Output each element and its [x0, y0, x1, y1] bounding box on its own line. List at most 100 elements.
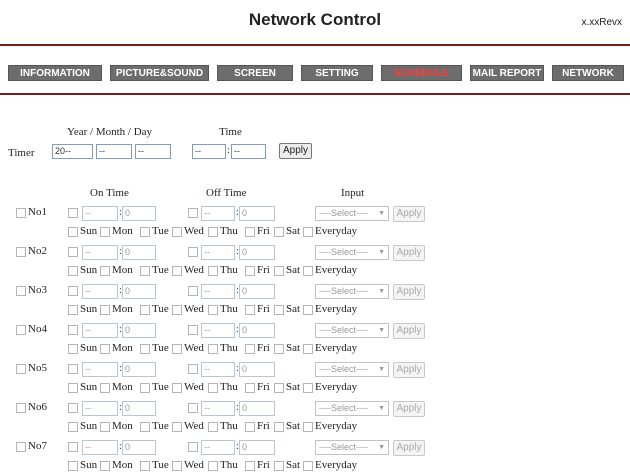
day-checkbox[interactable] — [303, 461, 313, 471]
row-enable-checkbox[interactable] — [16, 247, 26, 257]
off-time-checkbox[interactable] — [188, 325, 198, 335]
day-checkbox[interactable] — [245, 461, 255, 471]
off-hour-input[interactable]: -- — [201, 401, 235, 416]
day-checkbox[interactable] — [172, 344, 182, 354]
day-checkbox[interactable] — [140, 227, 150, 237]
off-minute-input[interactable]: 0 — [239, 323, 275, 338]
input-select[interactable]: ----Select---- ▼ — [315, 245, 389, 260]
day-checkbox[interactable] — [68, 344, 78, 354]
day-checkbox[interactable] — [68, 227, 78, 237]
day-checkbox[interactable] — [274, 344, 284, 354]
off-hour-input[interactable]: -- — [201, 206, 235, 221]
hour-input[interactable]: -- — [192, 144, 226, 159]
input-select[interactable]: ----Select---- ▼ — [315, 401, 389, 416]
day-checkbox[interactable] — [68, 461, 78, 471]
row-apply-button[interactable]: Apply — [393, 284, 425, 300]
on-hour-input[interactable]: -- — [82, 362, 118, 377]
tab-network[interactable]: NETWORK — [552, 65, 624, 81]
on-minute-input[interactable]: 0 — [122, 323, 156, 338]
off-time-checkbox[interactable] — [188, 364, 198, 374]
row-enable-checkbox[interactable] — [16, 286, 26, 296]
day-checkbox[interactable] — [172, 305, 182, 315]
month-input[interactable]: -- — [96, 144, 132, 159]
day-checkbox[interactable] — [303, 422, 313, 432]
off-minute-input[interactable]: 0 — [239, 206, 275, 221]
day-checkbox[interactable] — [172, 383, 182, 393]
off-minute-input[interactable]: 0 — [239, 440, 275, 455]
day-checkbox[interactable] — [245, 383, 255, 393]
day-checkbox[interactable] — [208, 227, 218, 237]
day-checkbox[interactable] — [100, 266, 110, 276]
tab-mail-report[interactable]: MAIL REPORT — [470, 65, 544, 81]
day-checkbox[interactable] — [172, 422, 182, 432]
input-select[interactable]: ----Select---- ▼ — [315, 323, 389, 338]
day-checkbox[interactable] — [140, 305, 150, 315]
row-enable-checkbox[interactable] — [16, 364, 26, 374]
input-select[interactable]: ----Select---- ▼ — [315, 362, 389, 377]
day-checkbox[interactable] — [245, 266, 255, 276]
day-checkbox[interactable] — [245, 422, 255, 432]
day-checkbox[interactable] — [208, 461, 218, 471]
day-checkbox[interactable] — [100, 305, 110, 315]
on-hour-input[interactable]: -- — [82, 245, 118, 260]
day-checkbox[interactable] — [100, 344, 110, 354]
day-checkbox[interactable] — [172, 266, 182, 276]
day-checkbox[interactable] — [172, 461, 182, 471]
day-checkbox[interactable] — [245, 344, 255, 354]
day-checkbox[interactable] — [100, 227, 110, 237]
input-select[interactable]: ----Select---- ▼ — [315, 284, 389, 299]
day-checkbox[interactable] — [140, 344, 150, 354]
day-checkbox[interactable] — [274, 266, 284, 276]
day-checkbox[interactable] — [208, 305, 218, 315]
year-input[interactable]: 20-- — [52, 144, 93, 159]
on-minute-input[interactable]: 0 — [122, 440, 156, 455]
day-checkbox[interactable] — [303, 227, 313, 237]
on-time-checkbox[interactable] — [68, 247, 78, 257]
tab-picture-sound[interactable]: PICTURE&SOUND — [110, 65, 209, 81]
day-checkbox[interactable] — [100, 461, 110, 471]
row-enable-checkbox[interactable] — [16, 442, 26, 452]
day-checkbox[interactable] — [208, 266, 218, 276]
day-checkbox[interactable] — [68, 305, 78, 315]
row-enable-checkbox[interactable] — [16, 403, 26, 413]
day-checkbox[interactable] — [274, 305, 284, 315]
on-time-checkbox[interactable] — [68, 286, 78, 296]
off-minute-input[interactable]: 0 — [239, 245, 275, 260]
on-hour-input[interactable]: -- — [82, 284, 118, 299]
day-checkbox[interactable] — [100, 383, 110, 393]
on-minute-input[interactable]: 0 — [122, 206, 156, 221]
off-hour-input[interactable]: -- — [201, 362, 235, 377]
tab-schedule[interactable]: SCHEDULE — [381, 65, 462, 81]
day-checkbox[interactable] — [100, 422, 110, 432]
day-checkbox[interactable] — [208, 422, 218, 432]
off-time-checkbox[interactable] — [188, 286, 198, 296]
input-select[interactable]: ----Select---- ▼ — [315, 206, 389, 221]
on-hour-input[interactable]: -- — [82, 206, 118, 221]
day-checkbox[interactable] — [274, 422, 284, 432]
row-apply-button[interactable]: Apply — [393, 401, 425, 417]
on-time-checkbox[interactable] — [68, 364, 78, 374]
row-enable-checkbox[interactable] — [16, 208, 26, 218]
row-apply-button[interactable]: Apply — [393, 362, 425, 378]
day-checkbox[interactable] — [303, 305, 313, 315]
minute-input[interactable]: -- — [231, 144, 266, 159]
on-hour-input[interactable]: -- — [82, 323, 118, 338]
off-minute-input[interactable]: 0 — [239, 401, 275, 416]
off-time-checkbox[interactable] — [188, 442, 198, 452]
day-checkbox[interactable] — [208, 344, 218, 354]
day-checkbox[interactable] — [140, 383, 150, 393]
on-hour-input[interactable]: -- — [82, 401, 118, 416]
off-hour-input[interactable]: -- — [201, 245, 235, 260]
on-time-checkbox[interactable] — [68, 208, 78, 218]
day-checkbox[interactable] — [172, 227, 182, 237]
off-minute-input[interactable]: 0 — [239, 362, 275, 377]
off-time-checkbox[interactable] — [188, 208, 198, 218]
day-checkbox[interactable] — [274, 383, 284, 393]
day-checkbox[interactable] — [68, 266, 78, 276]
row-apply-button[interactable]: Apply — [393, 245, 425, 261]
off-time-checkbox[interactable] — [188, 247, 198, 257]
off-hour-input[interactable]: -- — [201, 440, 235, 455]
timer-apply-button[interactable]: Apply — [279, 143, 312, 159]
on-minute-input[interactable]: 0 — [122, 284, 156, 299]
on-time-checkbox[interactable] — [68, 442, 78, 452]
